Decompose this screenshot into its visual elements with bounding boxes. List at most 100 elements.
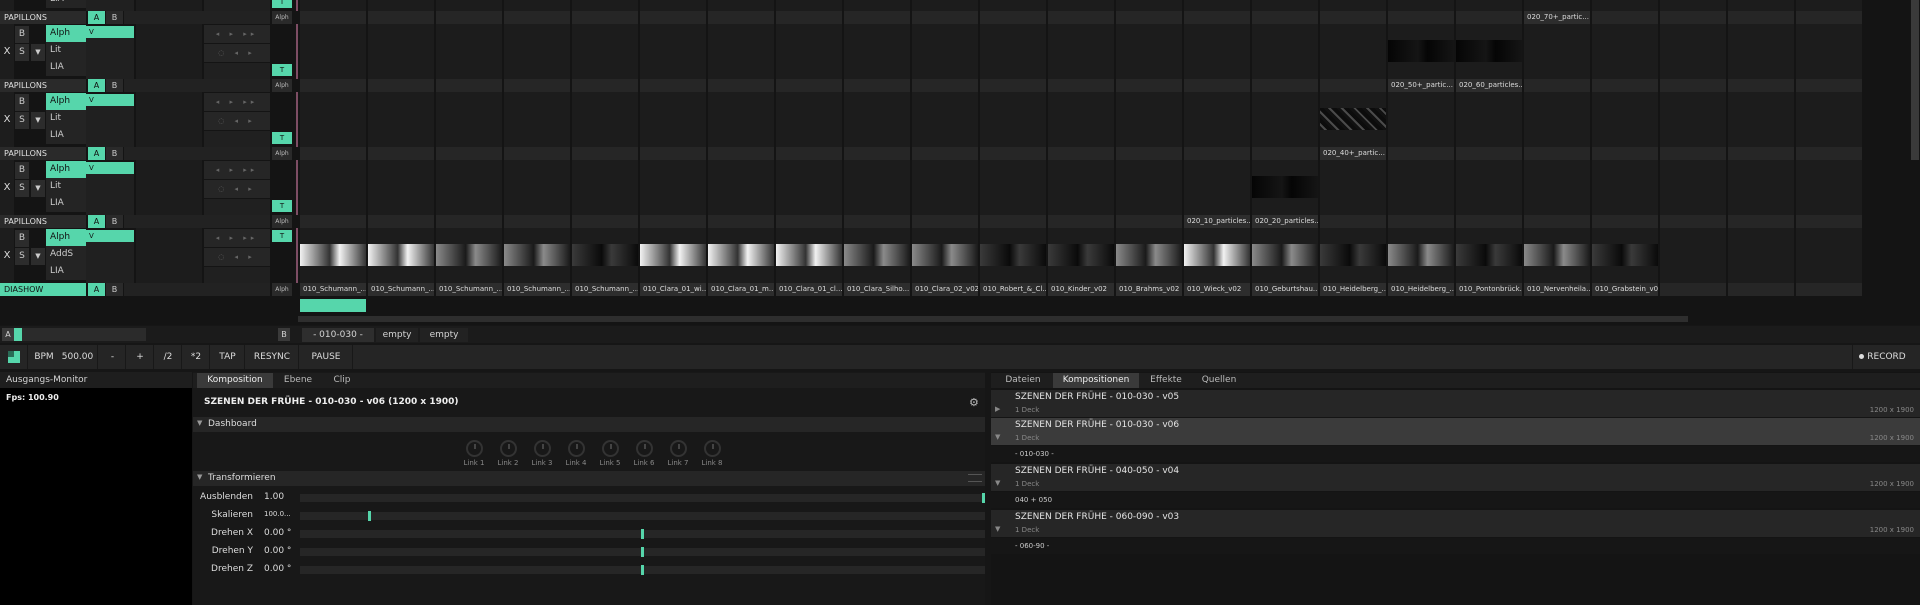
clip-thumbnail[interactable] (1320, 108, 1386, 130)
clip-cell[interactable] (1456, 160, 1522, 215)
clip-cell-label-empty[interactable] (1456, 147, 1522, 160)
clip-thumbnail[interactable] (776, 244, 842, 266)
clip-cell[interactable] (1320, 0, 1386, 11)
blend-mode-option[interactable]: Alph (46, 229, 86, 246)
clip-cell-label-empty[interactable] (708, 215, 774, 228)
clip-cell-label-empty[interactable] (300, 215, 366, 228)
layer-transition-button[interactable]: T (272, 0, 292, 8)
clip-label[interactable]: 010_Schumann_... (572, 283, 638, 296)
clip-thumbnail[interactable] (1592, 244, 1658, 266)
clip-cell-label-empty[interactable] (1728, 147, 1794, 160)
clip-cell[interactable] (640, 92, 706, 147)
composition-deck-entry[interactable]: 040 + 050 (991, 492, 1920, 508)
clip-label[interactable]: 010_Schumann_... (436, 283, 502, 296)
clip-cell[interactable] (436, 0, 502, 11)
clip-cell-label-empty[interactable] (1320, 11, 1386, 24)
dashboard-link-knob[interactable]: Link 6 (632, 440, 656, 467)
clip-cell-label-empty[interactable] (1388, 147, 1454, 160)
clip-cell[interactable] (1252, 92, 1318, 147)
composition-deck-entry[interactable]: - 060-90 - (991, 538, 1920, 554)
clip-cell-label-empty[interactable] (844, 215, 910, 228)
crossfader-slider[interactable] (14, 328, 146, 341)
clip-cell-label-empty[interactable] (912, 79, 978, 92)
layer-b-button[interactable]: B (106, 283, 123, 296)
crossfader-b-button[interactable]: B (278, 328, 290, 341)
layer-transport-controls[interactable]: ◂ ▸ ▸▸ (204, 93, 270, 111)
tap-button[interactable]: TAP (211, 345, 245, 369)
clip-cell[interactable] (1048, 24, 1114, 79)
tab-komposition[interactable]: Komposition (197, 373, 273, 388)
param-value[interactable]: 0.00 ° (264, 546, 298, 556)
crossfader-handle[interactable] (14, 328, 22, 341)
clip-thumbnail[interactable] (844, 244, 910, 266)
clip-thumbnail[interactable] (1320, 244, 1386, 266)
clip-thumbnail[interactable] (1456, 244, 1522, 266)
clip-cell[interactable] (844, 160, 910, 215)
clip-cell[interactable] (1524, 92, 1590, 147)
clip-cell[interactable] (1524, 24, 1590, 79)
clip-cell-label-empty[interactable] (1320, 215, 1386, 228)
clip-cell-label-empty[interactable] (1116, 79, 1182, 92)
clip-thumbnail[interactable] (368, 244, 434, 266)
clip-cell-label-empty[interactable] (980, 147, 1046, 160)
tab-quellen[interactable]: Quellen (1193, 373, 1245, 388)
clip-cell[interactable] (1048, 160, 1114, 215)
clip-cell[interactable] (1388, 92, 1454, 147)
clip-cell[interactable] (1116, 24, 1182, 79)
param-slider-handle[interactable] (982, 493, 985, 503)
clip-cell-label-empty[interactable] (1456, 215, 1522, 228)
clip-cell[interactable] (504, 92, 570, 147)
dashboard-link-knob[interactable]: Link 1 (462, 440, 486, 467)
bpm-value[interactable]: 500.00 (58, 345, 98, 369)
clip-cell-label-empty[interactable] (776, 147, 842, 160)
clip-cell-label-empty[interactable] (980, 215, 1046, 228)
clip-cell[interactable] (708, 160, 774, 215)
clip-cell-label-empty[interactable] (1116, 147, 1182, 160)
clip-cell-label-empty[interactable] (1184, 79, 1250, 92)
layer-solo-button[interactable]: S (15, 44, 29, 61)
clip-cell[interactable] (300, 0, 366, 11)
layer-menu-chevron-icon[interactable]: ▼ (31, 112, 45, 129)
blend-mode-option[interactable]: Alph (46, 161, 86, 178)
clip-cell[interactable] (300, 160, 366, 215)
clip-cell-label-empty[interactable] (1252, 11, 1318, 24)
clip-cell[interactable] (572, 0, 638, 11)
layer-video-selector[interactable]: V (86, 230, 134, 242)
layer-menu-chevron-icon[interactable]: ▼ (31, 44, 45, 61)
clip-label[interactable]: 010_Robert_&_Cl... (980, 283, 1046, 296)
clip-cell-label-empty[interactable] (1252, 147, 1318, 160)
clip-cell-label-empty[interactable] (1184, 11, 1250, 24)
param-value[interactable]: 0.00 ° (264, 528, 298, 538)
clip-cell-label-empty[interactable] (1524, 147, 1590, 160)
blend-mode-option[interactable]: Alph (46, 25, 86, 42)
blend-mode-option[interactable]: LIA (46, 0, 86, 8)
layer-bypass-button[interactable]: B (15, 230, 29, 247)
clip-cell-label-empty[interactable] (300, 11, 366, 24)
dashboard-link-knob[interactable]: Link 7 (666, 440, 690, 467)
layer-video-selector[interactable]: V (86, 162, 134, 174)
clip-cell[interactable] (776, 0, 842, 11)
layer-b-button[interactable]: B (106, 215, 123, 228)
clip-cell[interactable] (912, 160, 978, 215)
layer-loop-controls[interactable]: ◌ ◂ ▸ (204, 248, 270, 266)
chevron-down-icon[interactable]: ▼ (995, 525, 1000, 533)
layer-name[interactable]: PAPILLONS (0, 11, 86, 24)
blend-mode-option[interactable]: LIA (46, 195, 86, 212)
clip-cell[interactable] (1116, 160, 1182, 215)
clip-cell[interactable] (1660, 0, 1726, 11)
param-slider-handle[interactable] (641, 529, 644, 539)
clip-cell-label-empty[interactable] (776, 79, 842, 92)
clip-thumbnail[interactable] (1184, 244, 1250, 266)
record-button[interactable]: RECORD (1852, 345, 1912, 369)
layer-bypass-button[interactable]: B (15, 26, 29, 43)
clip-cell[interactable] (980, 92, 1046, 147)
clip-thumbnail[interactable] (1048, 244, 1114, 266)
clip-cell-label-empty[interactable] (1456, 11, 1522, 24)
clip-cell-label-empty[interactable] (912, 215, 978, 228)
layer-name[interactable]: PAPILLONS (0, 147, 86, 160)
clip-cell[interactable] (1048, 92, 1114, 147)
clip-cell[interactable] (1728, 92, 1794, 147)
layer-transition-button[interactable]: T (272, 230, 292, 242)
clip-cell[interactable] (1592, 24, 1658, 79)
clip-cell-label-empty[interactable] (980, 11, 1046, 24)
